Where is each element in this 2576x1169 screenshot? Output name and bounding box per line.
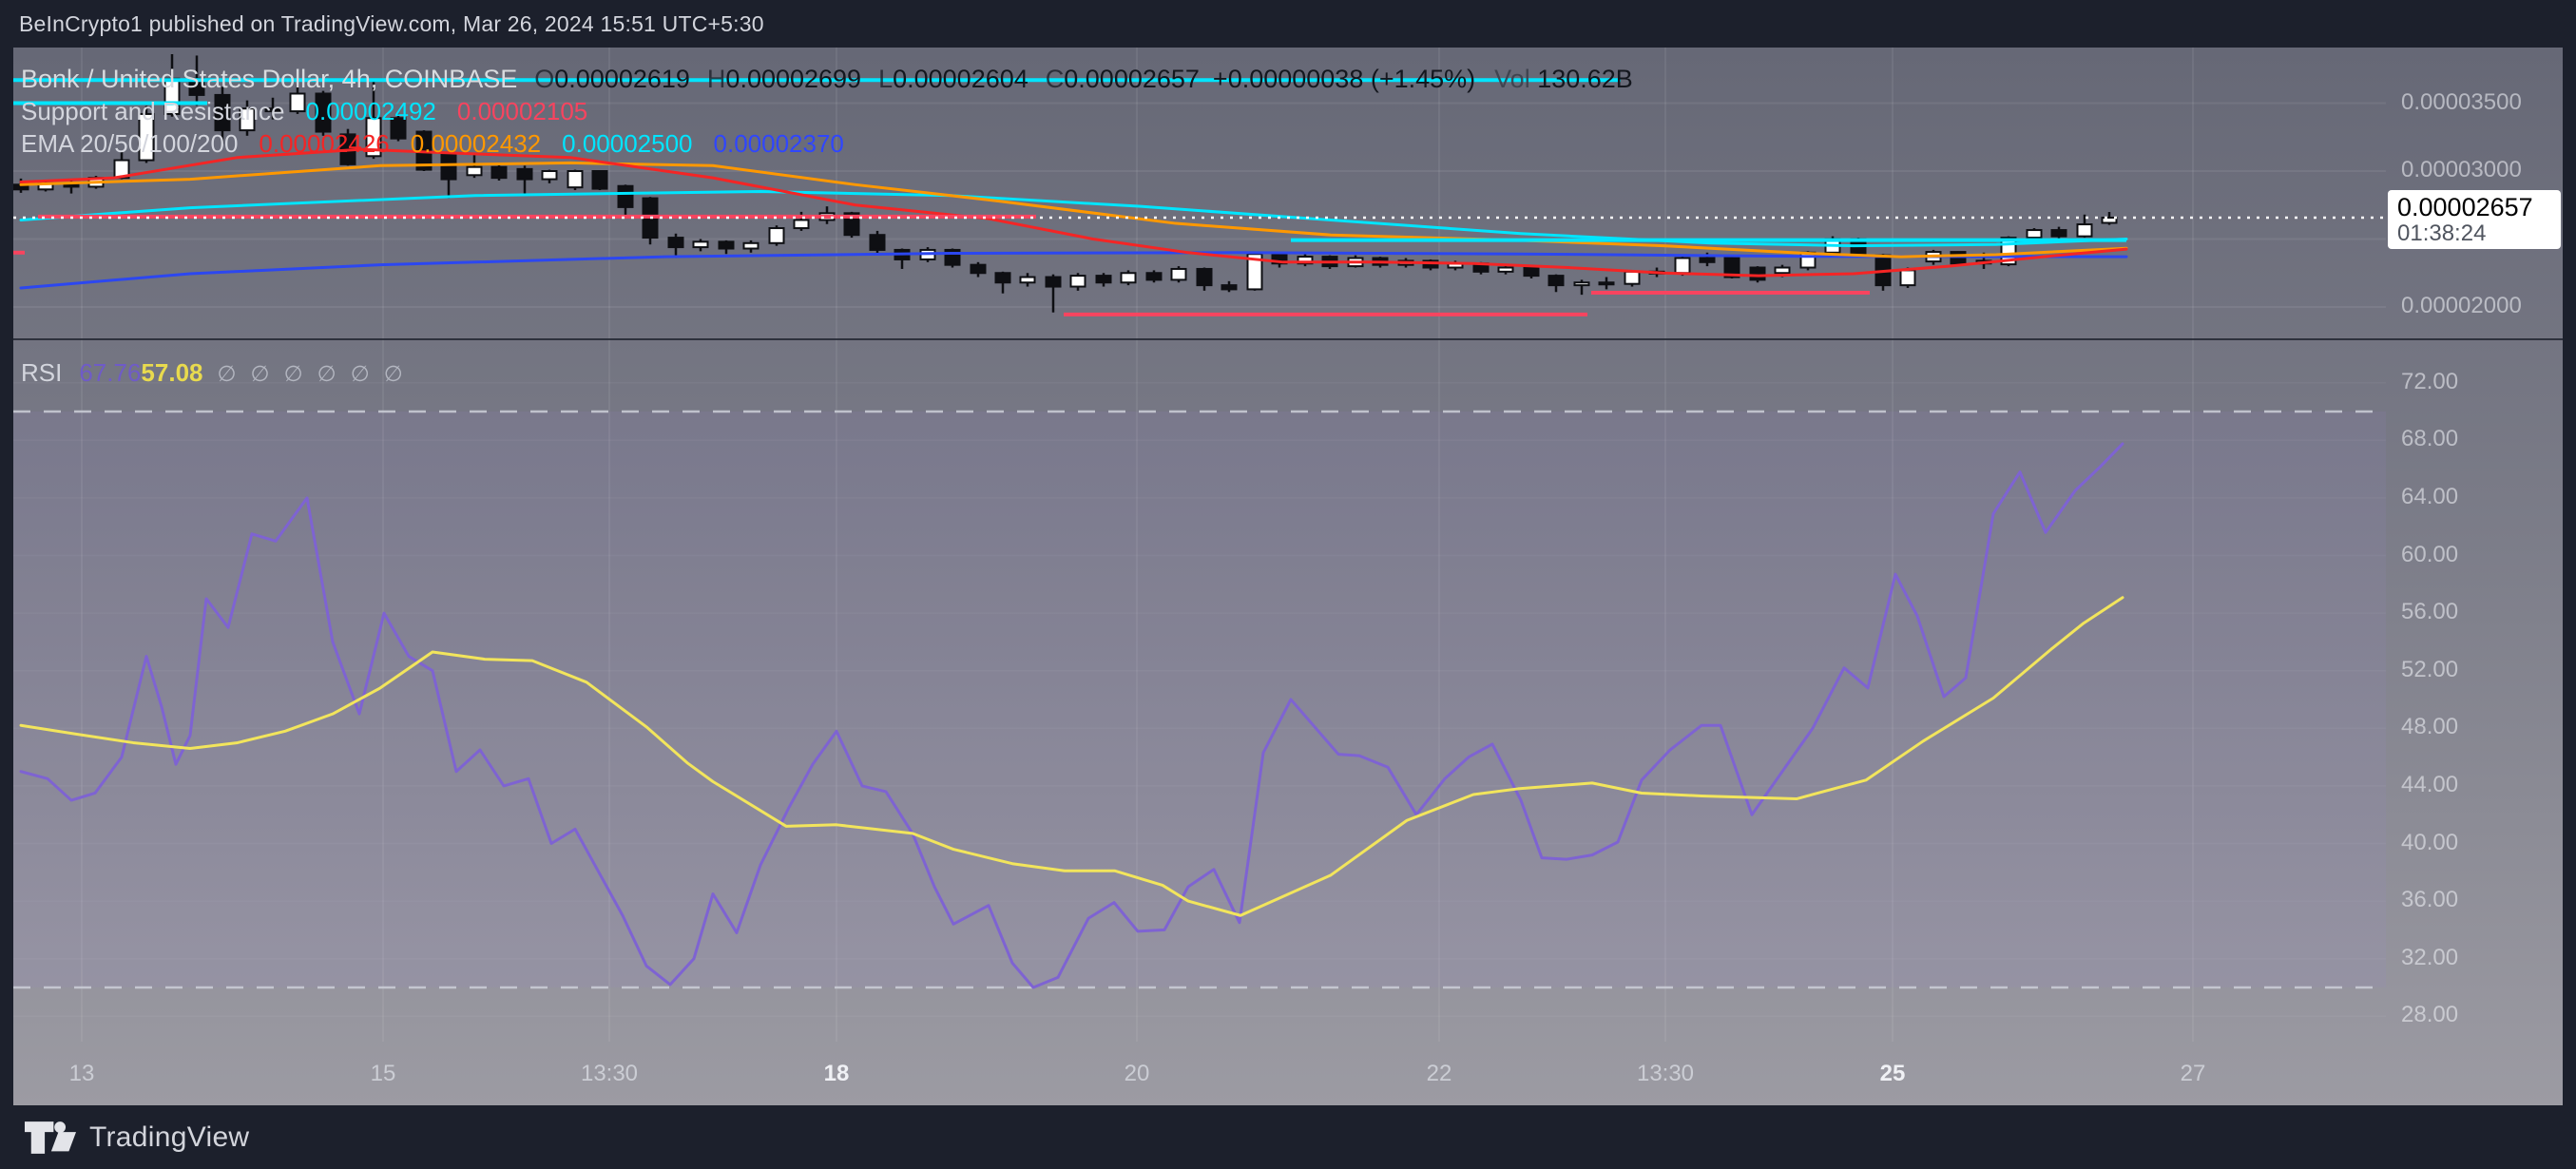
sr-support-value: 0.00002105 <box>457 97 587 125</box>
publish-header: BeInCrypto1 published on TradingView.com… <box>0 0 2576 48</box>
candle <box>744 243 759 249</box>
candle <box>2052 230 2067 237</box>
candle <box>1575 282 1589 285</box>
candle <box>518 169 532 180</box>
rsi-indicator-title[interactable]: RSI <box>21 358 62 387</box>
chart-area: 0.000035000.000030000.0000200072.0068.00… <box>0 48 2576 1105</box>
candle <box>2078 224 2092 237</box>
last-price-label: 0.00002657 01:38:24 <box>2388 190 2561 249</box>
symbol-title[interactable]: Bonk / United States Dollar, 4h, COINBAS… <box>21 65 517 93</box>
sr-indicator-title[interactable]: Support and Resistance <box>21 97 285 125</box>
ema50-value: 0.00002432 <box>411 129 541 158</box>
close-value: 0.00002657 <box>1064 65 1200 93</box>
ema-50-line <box>21 163 2126 257</box>
volume-value: 130.62B <box>1537 65 1633 93</box>
volume-label: Vol <box>1494 65 1530 93</box>
low-value: 0.00002604 <box>893 65 1028 93</box>
rsi-value: 67.76 <box>79 358 141 387</box>
close-label: C <box>1046 65 1065 93</box>
bar-change: +0.00000038 (+1.45%) <box>1213 65 1475 93</box>
open-value: 0.00002619 <box>554 65 690 93</box>
candle <box>720 241 734 248</box>
ema-indicator-title[interactable]: EMA 20/50/100/200 <box>21 129 238 158</box>
candle <box>1600 282 1614 284</box>
legend-sr-row[interactable]: Support and Resistance 0.00002492 0.000021… <box>21 95 1633 127</box>
footer: TradingView <box>0 1105 2576 1169</box>
candle <box>1122 273 1136 282</box>
main-legend: Bonk / United States Dollar, 4h, COINBAS… <box>21 63 1633 160</box>
candle <box>1147 273 1162 279</box>
candle <box>593 171 607 189</box>
candle <box>1071 276 1086 286</box>
candle <box>1097 276 1111 282</box>
legend-ema-row[interactable]: EMA 20/50/100/200 0.00002426 0.00002432 0.0… <box>21 127 1633 160</box>
right-margin <box>2563 48 2576 1105</box>
brand-name[interactable]: TradingView <box>89 1121 249 1154</box>
empty-plot-icon: ∅ <box>284 361 303 386</box>
candle <box>1625 272 1640 284</box>
candle <box>871 235 885 250</box>
empty-plot-icon: ∅ <box>384 361 403 386</box>
candle <box>971 265 986 274</box>
candle <box>1047 278 1061 287</box>
candle <box>770 228 784 243</box>
candle <box>1172 269 1186 279</box>
empty-plot-icon: ∅ <box>351 361 370 386</box>
ema20-value: 0.00002426 <box>259 129 389 158</box>
high-label: H <box>707 65 726 93</box>
publish-caption: BeInCrypto1 published on TradingView.com… <box>19 11 764 37</box>
candle <box>1701 259 1715 262</box>
left-margin <box>0 48 13 1105</box>
candle <box>1549 276 1564 285</box>
bar-countdown: 01:38:24 <box>2397 221 2561 246</box>
empty-plot-icon: ∅ <box>218 361 237 386</box>
open-label: O <box>534 65 554 93</box>
candle <box>568 171 583 187</box>
candle <box>1021 278 1035 283</box>
candle <box>1751 268 1765 280</box>
candle <box>669 238 683 247</box>
ema100-value: 0.00002500 <box>562 129 692 158</box>
empty-plot-icon: ∅ <box>317 361 336 386</box>
candle <box>492 167 507 178</box>
chart-canvas[interactable] <box>0 48 2576 1105</box>
sr-resistance-value: 0.00002492 <box>306 97 436 125</box>
low-label: L <box>878 65 893 93</box>
candle <box>468 167 482 176</box>
candle <box>619 186 633 207</box>
candle <box>996 273 1010 282</box>
candle <box>1901 270 1915 285</box>
empty-plot-icon: ∅ <box>251 361 270 386</box>
candle <box>1776 268 1790 274</box>
candle <box>1198 269 1212 285</box>
legend-symbol-row[interactable]: Bonk / United States Dollar, 4h, COINBAS… <box>21 63 1633 95</box>
last-price-value: 0.00002657 <box>2397 193 2561 221</box>
rsi-legend-row[interactable]: RSI 67.7657.08 ∅ ∅ ∅ ∅ ∅ ∅ <box>21 357 403 388</box>
candle <box>795 220 809 228</box>
candle <box>694 241 708 247</box>
candle <box>1222 285 1237 289</box>
time-scale[interactable] <box>0 1042 2576 1105</box>
candle <box>1499 268 1513 272</box>
candle <box>543 171 557 180</box>
candle <box>2028 230 2042 238</box>
rsi-ma-value: 57.08 <box>141 358 202 387</box>
pane-separator[interactable] <box>0 338 2576 340</box>
candle <box>1676 259 1690 274</box>
candle <box>1525 268 1539 277</box>
high-value: 0.00002699 <box>725 65 861 93</box>
ema200-value: 0.00002370 <box>714 129 844 158</box>
tradingview-logo-icon[interactable] <box>25 1121 76 1154</box>
